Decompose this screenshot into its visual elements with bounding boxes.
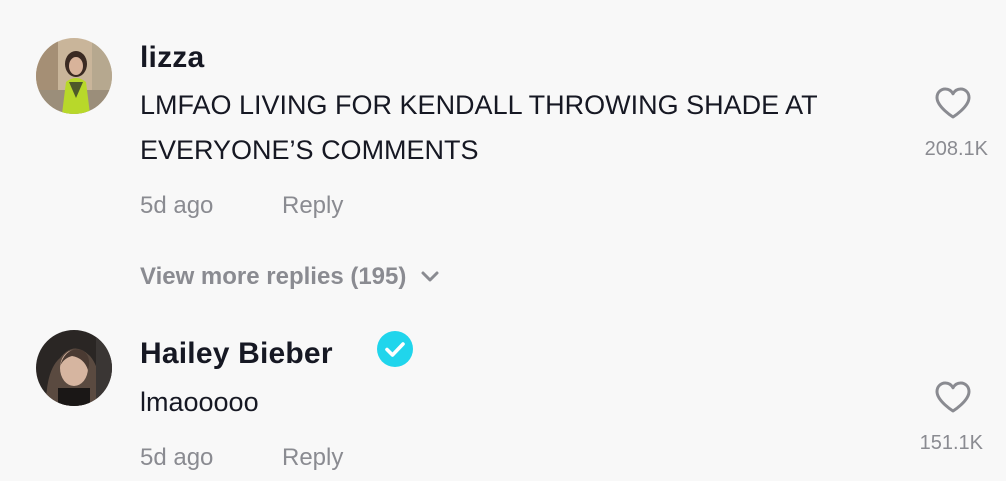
reply-button[interactable]: Reply [282,443,343,473]
avatar-hailey-bieber[interactable] [36,330,112,406]
chevron-down-icon [421,271,439,282]
avatar-lizza[interactable] [36,38,112,114]
comment-timestamp: 5d ago [140,192,214,219]
reply-button[interactable]: Reply [282,191,343,221]
heart-outline-icon[interactable] [934,86,972,120]
like-count: 151.1K [919,432,983,454]
comment-text: LMFAO LIVING FOR KENDALL THROWING SHADE … [140,90,818,165]
comments-list: lizza LMFAO LIVING FOR KENDALL THROWING … [0,0,1006,481]
like-count: 208.1K [924,138,988,160]
username-hailey-bieber[interactable]: Hailey Bieber [140,336,333,372]
comment-timestamp: 5d ago [140,444,214,471]
username-lizza[interactable]: lizza [140,40,204,76]
heart-outline-icon[interactable] [934,380,972,414]
verified-check-icon [377,331,413,367]
view-more-replies-button[interactable]: View more replies (195) [140,262,440,292]
comment-text: lmaooooo [140,387,259,417]
view-more-replies-label: View more replies (195) [140,263,407,290]
